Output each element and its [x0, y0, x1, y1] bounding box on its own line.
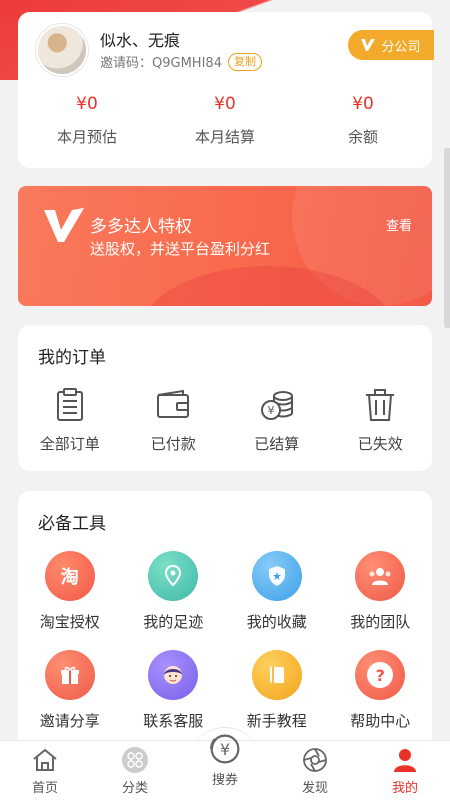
banner-subtitle: 送股权，并送平台盈利分红 [90, 240, 271, 258]
svg-text:¥: ¥ [267, 404, 274, 417]
scroll-indicator [444, 148, 450, 328]
help-icon: ? [355, 650, 406, 700]
tool-label: 新手教程 [246, 712, 307, 730]
stat-label: 余额 [347, 128, 378, 146]
order-paid-button[interactable]: 已付款 [122, 387, 226, 454]
team-icon [355, 551, 406, 601]
orders-row: 全部订单 已付款 ¥ 已结算 已失效 [18, 387, 432, 454]
stat-label: 本月结算 [194, 128, 255, 146]
wallet-icon [157, 389, 190, 418]
tool-favorites[interactable]: 我的收藏 [225, 551, 329, 632]
bottom-nav: 首页 分类 ¥ 搜券 发现 我的 [0, 734, 450, 800]
service-icon [148, 650, 199, 700]
book-icon [251, 650, 302, 700]
tool-label: 联系客服 [143, 712, 204, 730]
clipboard-icon [56, 388, 83, 421]
order-expired-button[interactable]: 已失效 [329, 387, 433, 454]
nav-label: 搜券 [211, 773, 238, 788]
stat-value: ¥0 [76, 94, 98, 114]
tool-label: 淘宝授权 [39, 613, 100, 631]
profile-card: 似水、无痕 邀请码：Q9GMHI84 复制 分公司 ¥0 本月预估 ¥0 本月结… [18, 12, 434, 168]
discover-icon [303, 748, 327, 772]
tool-label: 我的团队 [350, 613, 411, 631]
stat-month-settled[interactable]: ¥0 本月结算 [156, 94, 294, 147]
v-logo-icon [44, 208, 84, 242]
order-label: 已失效 [357, 435, 403, 453]
shield-star-icon [251, 551, 302, 601]
stat-value: ¥0 [214, 94, 236, 114]
order-label: 已结算 [254, 435, 300, 453]
copy-button[interactable]: 复制 [227, 52, 262, 71]
banner-title: 多多达人特权 [90, 217, 192, 237]
nav-label: 我的 [391, 781, 418, 796]
tool-help-center[interactable]: ? 帮助中心 [329, 650, 433, 731]
tools-grid: 淘 淘宝授权 我的足迹 我的收藏 我的团队 邀请分享 联系客服 新手教程 ? 帮… [18, 551, 432, 731]
help-glyph: ? [367, 662, 394, 688]
tool-label: 邀请分享 [39, 712, 100, 730]
gift-icon [44, 650, 95, 700]
nav-label: 分类 [121, 781, 148, 796]
tool-team[interactable]: 我的团队 [329, 551, 433, 632]
nav-label: 发现 [301, 781, 328, 796]
stat-label: 本月预估 [56, 128, 117, 146]
tools-card: 必备工具 淘 淘宝授权 我的足迹 我的收藏 我的团队 邀请分享 联系客服 新手教… [18, 491, 432, 751]
svg-text:¥: ¥ [220, 740, 230, 759]
nav-discover[interactable]: 发现 [270, 741, 360, 800]
nav-label: 首页 [31, 781, 58, 796]
tool-label: 我的足迹 [143, 613, 204, 631]
order-label: 全部订单 [39, 435, 100, 453]
home-icon [33, 748, 57, 771]
tool-customer-service[interactable]: 联系客服 [122, 650, 226, 731]
tools-title: 必备工具 [38, 514, 106, 534]
stat-month-estimate[interactable]: ¥0 本月预估 [18, 94, 156, 147]
nav-coupon[interactable]: ¥ 搜券 [180, 734, 270, 800]
coupon-icon: ¥ [210, 734, 240, 764]
profile-icon [394, 749, 416, 772]
orders-title: 我的订单 [38, 348, 106, 368]
stat-value: ¥0 [352, 94, 374, 114]
coins-icon: ¥ [260, 391, 293, 420]
tool-label: 我的收藏 [246, 613, 307, 631]
username: 似水、无痕 [100, 31, 181, 50]
branch-button[interactable]: 分公司 [348, 30, 434, 60]
branch-label: 分公司 [381, 39, 421, 55]
tool-label: 帮助中心 [350, 712, 411, 730]
stat-balance[interactable]: ¥0 余额 [294, 94, 432, 147]
banner-view-link[interactable]: 查看 [386, 215, 412, 234]
tool-tutorial[interactable]: 新手教程 [225, 650, 329, 731]
trash-icon [366, 389, 395, 421]
invite-code: Q9GMHI84 [152, 56, 222, 71]
taobao-icon: 淘 [44, 551, 95, 601]
vip-banner[interactable]: 多多达人特权 送股权，并送平台盈利分红 查看 [18, 186, 432, 306]
nav-category[interactable]: 分类 [90, 741, 180, 800]
tool-footprint[interactable]: 我的足迹 [122, 551, 226, 632]
order-label: 已付款 [150, 435, 196, 453]
orders-card: 我的订单 全部订单 已付款 ¥ 已结算 已失效 [18, 325, 432, 471]
nav-mine[interactable]: 我的 [360, 741, 450, 800]
nav-home[interactable]: 首页 [0, 741, 90, 800]
invite-code-row: 邀请码：Q9GMHI84 复制 [100, 52, 262, 71]
order-all-button[interactable]: 全部订单 [18, 387, 122, 454]
stats-row: ¥0 本月预估 ¥0 本月结算 ¥0 余额 [18, 94, 432, 147]
v-logo-icon [361, 39, 376, 51]
category-icon [122, 747, 148, 773]
tool-invite-share[interactable]: 邀请分享 [18, 650, 122, 731]
location-icon [148, 551, 199, 601]
tool-taobao-auth[interactable]: 淘 淘宝授权 [18, 551, 122, 632]
order-settled-button[interactable]: ¥ 已结算 [225, 387, 329, 454]
avatar[interactable] [36, 24, 88, 76]
invite-label: 邀请码： [100, 56, 153, 71]
